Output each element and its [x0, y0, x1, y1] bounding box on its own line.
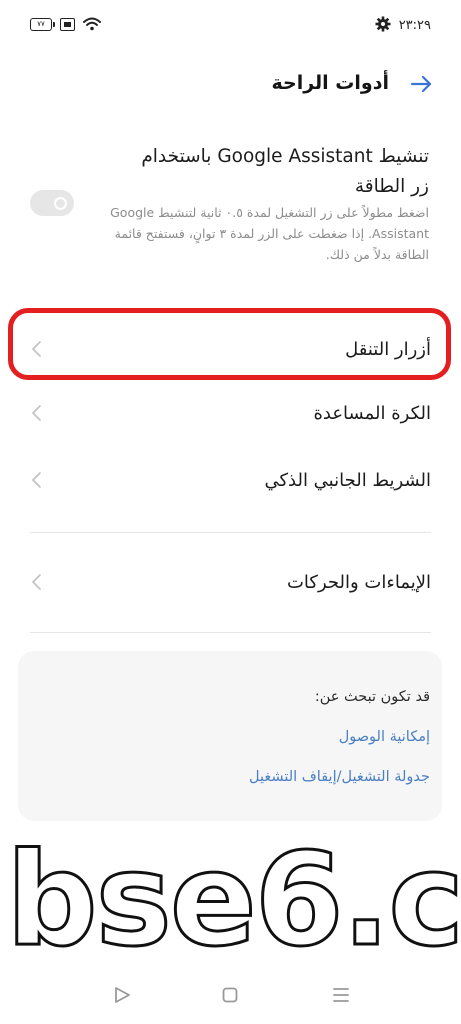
chevron-left-icon	[32, 472, 41, 488]
menu-item-navigation-buttons[interactable]: أزرار التنقل	[30, 325, 431, 373]
menu-item-smart-sidebar[interactable]: الشريط الجانبي الذكي	[30, 456, 431, 504]
battery-icon: ٧٧	[30, 17, 55, 31]
chevron-left-icon	[32, 341, 41, 357]
chevron-left-icon	[32, 574, 41, 590]
suggestions-card: قد تكون تبحث عن: إمكانية الوصول جدولة ال…	[18, 651, 442, 821]
chevron-left-icon	[32, 405, 41, 421]
menu-item-assistive-ball[interactable]: الكرة المساعدة	[30, 389, 431, 437]
menu-item-label: أزرار التنقل	[345, 338, 431, 360]
arrow-right-icon[interactable]	[409, 72, 433, 96]
assistant-setting-title: تنشيط Google Assistant باستخدام زر الطاق…	[141, 146, 429, 197]
suggestion-link-schedule-power[interactable]: جدولة التشغيل/إيقاف التشغيل	[249, 769, 430, 785]
divider	[30, 632, 431, 633]
divider	[30, 532, 431, 533]
suggestions-title: قد تكون تبحث عن:	[314, 689, 430, 705]
page-title: أدوات الراحة	[271, 72, 390, 94]
suggestion-link-accessibility[interactable]: إمكانية الوصول	[339, 729, 430, 745]
watermark-logo: bse6.com	[5, 825, 461, 963]
wifi-icon	[83, 17, 101, 31]
assistant-toggle[interactable]	[30, 190, 74, 216]
home-square-icon[interactable]	[220, 985, 240, 1005]
gear-icon	[375, 16, 391, 32]
status-time: ٢٣:٢٩	[398, 18, 431, 33]
status-icons: ٧٧	[30, 17, 101, 31]
menu-item-gestures-motions[interactable]: الإيماءات والحركات	[30, 558, 431, 606]
menu-item-label: الكرة المساعدة	[313, 402, 431, 424]
back-triangle-icon[interactable]	[112, 985, 132, 1005]
menu-item-label: الشريط الجانبي الذكي	[264, 469, 431, 491]
watermark-text: bse6.com	[6, 826, 461, 962]
sim-icon	[60, 17, 75, 31]
assistant-setting-description: اضغط مطولاً على زر التشغيل لمدة ٠.٥ ثاني…	[110, 205, 429, 262]
menu-lines-icon[interactable]	[331, 985, 351, 1005]
menu-item-label: الإيماءات والحركات	[286, 571, 431, 593]
